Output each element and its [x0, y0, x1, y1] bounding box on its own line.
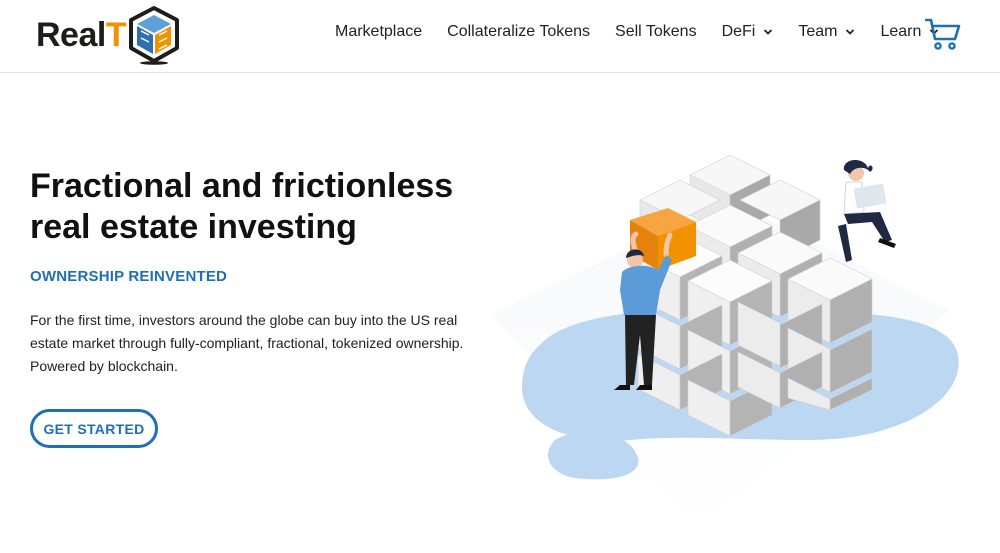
nav-collateralize-tokens[interactable]: Collateralize Tokens: [447, 23, 590, 41]
hero-illustration: [490, 154, 959, 530]
get-started-button[interactable]: GET STARTED: [30, 409, 158, 448]
nav-sell-tokens[interactable]: Sell Tokens: [615, 23, 697, 41]
shopping-cart-icon[interactable]: [925, 17, 961, 51]
chevron-down-icon: [764, 29, 773, 35]
site-header: RealT Marketplace Collateralize Tokens S…: [0, 0, 1000, 73]
realt-logo[interactable]: RealT: [36, 4, 180, 66]
nav-marketplace[interactable]: Marketplace: [335, 23, 422, 41]
hero-description: For the first time, investors around the…: [30, 312, 464, 374]
nav-defi[interactable]: DeFi: [722, 23, 774, 41]
nav-team[interactable]: Team: [798, 23, 855, 41]
person-with-laptop-figure: [838, 159, 896, 262]
hero-tagline: OWNERSHIP REINVENTED: [30, 268, 228, 285]
cube-logo-icon: [129, 6, 180, 65]
logo-wordmark: RealT: [36, 16, 127, 54]
main-nav: Marketplace Collateralize Tokens Sell To…: [335, 0, 964, 64]
chevron-down-icon: [846, 29, 855, 35]
hero-title: Fractional and frictionless real estate i…: [30, 167, 454, 246]
